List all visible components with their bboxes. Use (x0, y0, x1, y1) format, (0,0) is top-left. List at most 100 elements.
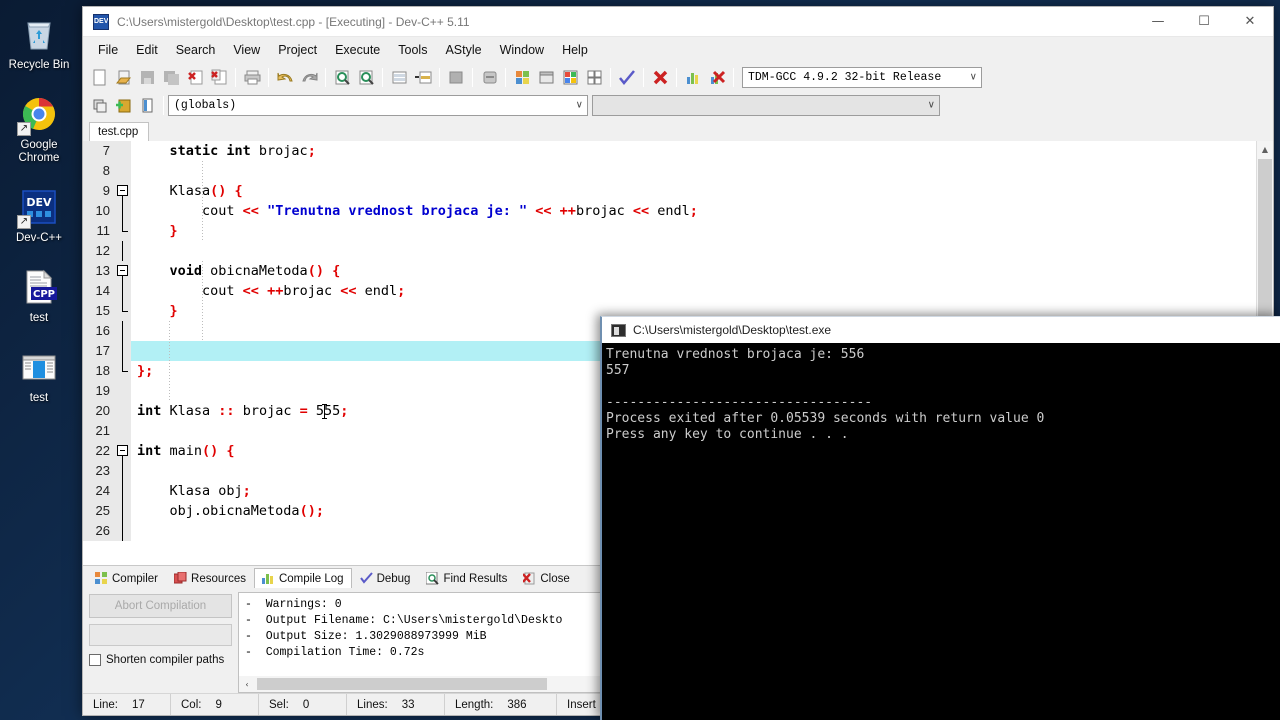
tab-test-cpp[interactable]: test.cpp (89, 122, 150, 141)
toolbar-separator (235, 67, 236, 87)
desktop-icon-recycle-bin[interactable]: Recycle Bin (2, 8, 76, 74)
save-all-icon[interactable] (159, 65, 183, 89)
status-lines: Lines: 33 (347, 694, 445, 715)
window-view-icon[interactable] (534, 65, 558, 89)
hscroll-left-button[interactable]: ‹ (239, 676, 255, 692)
maximize-button[interactable]: ☐ (1181, 7, 1227, 37)
svg-text:DEV: DEV (26, 196, 52, 209)
fold-marker (115, 501, 131, 521)
profile-chart-icon[interactable] (681, 65, 705, 89)
fold-marker[interactable] (115, 261, 131, 281)
shorten-paths-checkbox[interactable] (89, 654, 101, 666)
toolbar-separator (382, 67, 383, 87)
add-to-project-icon[interactable] (87, 93, 111, 117)
line-number: 20 (83, 401, 115, 421)
minimize-button[interactable]: — (1135, 7, 1181, 37)
window-titlebar[interactable]: DEV C:\Users\mistergold\Desktop\test.cpp… (83, 7, 1273, 37)
fold-marker (115, 481, 131, 501)
devcpp-icon: DEV ↗ (17, 185, 61, 229)
find-replace-icon[interactable] (354, 65, 378, 89)
close-all-icon[interactable] (207, 65, 231, 89)
project-icon[interactable] (444, 65, 468, 89)
hscrollbar-thumb[interactable] (257, 678, 547, 690)
menu-help[interactable]: Help (553, 39, 597, 61)
menu-search[interactable]: Search (167, 39, 225, 61)
code-line: 13 void obicnaMetoda() { (83, 261, 1256, 281)
recycle-bin-icon (17, 12, 61, 56)
tile-windows-icon[interactable] (582, 65, 606, 89)
panel-tab-compiler[interactable]: Compiler (87, 568, 166, 588)
status-line: Line: 17 (83, 694, 171, 715)
print-icon[interactable] (240, 65, 264, 89)
goto-line-icon[interactable] (387, 65, 411, 89)
console-window[interactable]: C:\Users\mistergold\Desktop\test.exe Tre… (600, 316, 1280, 720)
find-results-icon (425, 571, 440, 585)
close-button[interactable]: ✕ (1227, 7, 1273, 37)
delete-profile-icon[interactable] (705, 65, 729, 89)
member-select[interactable]: ∨ (592, 94, 940, 116)
desktop-icon-label: test (29, 312, 49, 324)
menu-edit[interactable]: Edit (127, 39, 167, 61)
code-line: 12 (83, 241, 1256, 261)
menu-astyle[interactable]: AStyle (436, 39, 490, 61)
cpp-file-icon: CPP (17, 265, 61, 309)
new-file-icon[interactable] (87, 65, 111, 89)
desktop-icon-devcpp[interactable]: DEV ↗ Dev-C++ (2, 181, 76, 247)
svg-text:CPP: CPP (33, 289, 55, 300)
panel-tab-label: Resources (191, 572, 246, 585)
toolbar-separator (505, 67, 506, 87)
panel-tab-close[interactable]: Close (515, 568, 577, 588)
menu-execute[interactable]: Execute (326, 39, 389, 61)
find-icon[interactable] (330, 65, 354, 89)
panel-tab-resources[interactable]: Resources (166, 568, 254, 588)
menu-file[interactable]: File (89, 39, 127, 61)
line-number: 17 (83, 341, 115, 361)
close-file-icon[interactable] (183, 65, 207, 89)
palette-icon[interactable] (558, 65, 582, 89)
fold-marker[interactable] (115, 441, 131, 461)
redo-icon[interactable] (297, 65, 321, 89)
new-class-icon[interactable] (111, 93, 135, 117)
new-project-icon[interactable] (510, 65, 534, 89)
panel-tab-debug[interactable]: Debug (352, 568, 419, 588)
abort-compilation-button[interactable]: Abort Compilation (89, 594, 232, 618)
compiler-set-select[interactable]: TDM-GCC 4.9.2 32-bit Release ∨ (742, 66, 982, 88)
line-number: 7 (83, 141, 115, 161)
scrollbar-thumb[interactable] (1258, 159, 1272, 334)
code-line: 11 } (83, 221, 1256, 241)
scope-select[interactable]: (globals) ∨ (168, 94, 588, 116)
save-file-icon[interactable] (135, 65, 159, 89)
scroll-up-button[interactable]: ▲ (1257, 141, 1273, 158)
desktop-icon-test-exe[interactable]: test (2, 341, 76, 407)
menu-view[interactable]: View (224, 39, 269, 61)
panel-tab-compile-log[interactable]: Compile Log (253, 568, 352, 588)
fold-marker[interactable] (115, 181, 131, 201)
stop-execution-icon[interactable] (648, 65, 672, 89)
toggle-browser-icon[interactable] (135, 93, 159, 117)
desktop-icon-label: Dev-C++ (15, 232, 63, 244)
code-line: 8 (83, 161, 1256, 181)
status-line-value: 17 (131, 698, 145, 711)
properties-icon[interactable] (477, 65, 501, 89)
menu-tools[interactable]: Tools (389, 39, 436, 61)
desktop-icon-test-cpp[interactable]: CPP test (2, 261, 76, 327)
open-file-icon[interactable] (111, 65, 135, 89)
line-number: 10 (83, 201, 115, 221)
panel-tab-label: Compile Log (278, 572, 344, 585)
console-title-text: C:\Users\mistergold\Desktop\test.exe (633, 323, 832, 337)
toolbar-separator (325, 67, 326, 87)
panel-tab-find-results[interactable]: Find Results (418, 568, 515, 588)
shorten-compiler-paths-row[interactable]: Shorten compiler paths (89, 654, 232, 666)
menu-window[interactable]: Window (491, 39, 553, 61)
compile-run-check-icon[interactable] (615, 65, 639, 89)
menu-project[interactable]: Project (269, 39, 326, 61)
undo-icon[interactable] (273, 65, 297, 89)
goto-marker-icon[interactable] (411, 65, 435, 89)
desktop-icon-google-chrome[interactable]: ↗ Google Chrome (2, 88, 76, 167)
console-titlebar[interactable]: C:\Users\mistergold\Desktop\test.exe (602, 317, 1280, 343)
